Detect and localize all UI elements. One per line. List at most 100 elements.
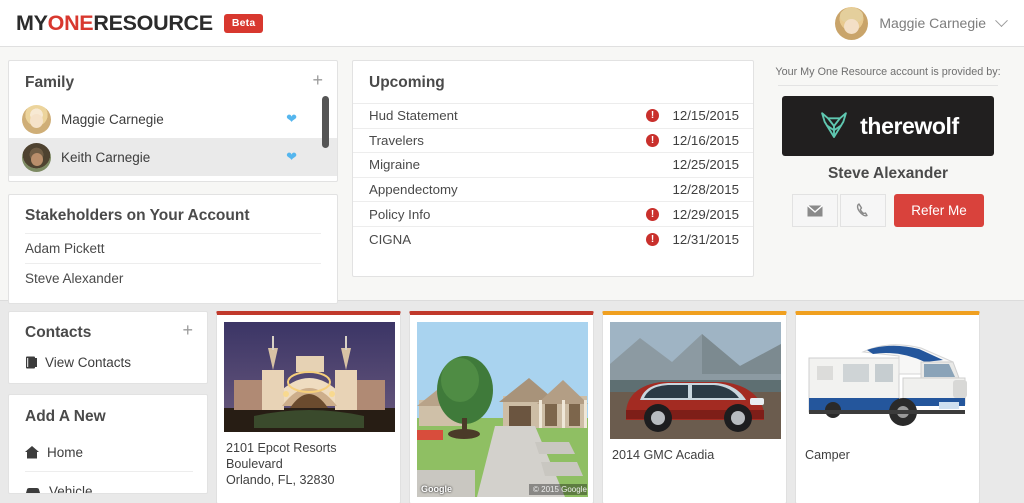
google-watermark: Google xyxy=(421,484,452,494)
provider-brand-name: therewolf xyxy=(860,112,959,139)
middle-column: Upcoming Hud Statement ! 12/15/2015 Trav… xyxy=(352,60,754,300)
tile-caption-line2: Orlando, FL, 32830 xyxy=(226,473,335,487)
contacts-card: Contacts + View Contacts xyxy=(8,311,208,384)
camper-tile[interactable]: Camper xyxy=(795,311,980,503)
bottom-left-column: Contacts + View Contacts Add A New Home … xyxy=(8,311,208,503)
tile-caption-line1: Camper xyxy=(805,448,850,462)
provider-column: Your My One Resource account is provided… xyxy=(768,60,1016,300)
avatar xyxy=(22,104,51,134)
list-item[interactable]: Maggie Carnegie ❤ xyxy=(9,100,337,138)
upcoming-title: Upcoming xyxy=(353,72,753,104)
table-row[interactable]: CIGNA ! 12/31/2015 xyxy=(353,227,753,252)
streetview-photo: Google © 2015 Google xyxy=(417,322,588,497)
logo-resource: RESOURCE xyxy=(93,10,213,35)
table-row[interactable]: Travelers ! 12/16/2015 xyxy=(353,129,753,154)
contacts-header: Contacts + xyxy=(25,321,193,342)
heart-icon[interactable]: ❤ xyxy=(286,111,297,127)
upcoming-date: 12/29/2015 xyxy=(672,206,739,222)
alert-icon: ! xyxy=(646,207,659,221)
google-copyright: © 2015 Google xyxy=(533,485,587,494)
user-name-label: Maggie Carnegie xyxy=(879,15,986,31)
vehicle-photo xyxy=(610,322,781,439)
google-streetview-house: Google © 2015 Google xyxy=(417,322,588,497)
red-suv-photo xyxy=(610,322,781,439)
provider-rep-name: Steve Alexander xyxy=(827,165,949,182)
stakeholders-card: Stakeholders on Your Account Adam Picket… xyxy=(8,194,338,304)
add-contact-button[interactable]: + xyxy=(182,321,193,339)
add-family-member-button[interactable]: + xyxy=(312,71,323,89)
list-item[interactable]: Keith Carnegie ❤ xyxy=(9,138,337,176)
user-menu[interactable]: Maggie Carnegie xyxy=(835,6,1008,40)
table-row[interactable]: Migraine 12/25/2015 xyxy=(353,153,753,178)
envelope-icon[interactable] xyxy=(792,194,839,227)
stakeholders-title: Stakeholders on Your Account xyxy=(25,207,250,224)
upcoming-label: Travelers xyxy=(369,132,424,148)
provider-brand-box: therewolf xyxy=(782,96,994,156)
alert-icon: ! xyxy=(646,109,659,123)
list-item[interactable]: Adam Pickett xyxy=(25,233,321,263)
family-scrollbar-thumb[interactable] xyxy=(322,96,329,148)
view-contacts-link[interactable]: View Contacts xyxy=(25,355,193,370)
dashboard-top-section: Family + Maggie Carnegie ❤ Keith Carnegi… xyxy=(0,47,1024,304)
car-icon xyxy=(26,488,40,493)
app-root: MYONERESOURCE Beta Maggie Carnegie Famil… xyxy=(0,0,1024,503)
family-member-name: Maggie Carnegie xyxy=(61,111,164,127)
left-column: Family + Maggie Carnegie ❤ Keith Carnegi… xyxy=(8,60,338,304)
add-new-vehicle-row[interactable]: Vehicle xyxy=(25,471,193,494)
dashboard-bottom-section: Contacts + View Contacts Add A New Home … xyxy=(0,300,1024,503)
house-streetview-tile[interactable]: Google © 2015 Google xyxy=(409,311,594,503)
table-row[interactable]: Hud Statement ! 12/15/2015 xyxy=(353,104,753,129)
phone-glyph xyxy=(857,203,868,217)
epcot-resort-tile[interactable]: 2101 Epcot Resorts Boulevard Orlando, FL… xyxy=(216,311,401,503)
gmc-acadia-tile[interactable]: 2014 GMC Acadia xyxy=(602,311,787,503)
top-header: MYONERESOURCE Beta Maggie Carnegie xyxy=(0,0,1024,47)
camper-photo xyxy=(803,322,979,439)
upcoming-date: 12/31/2015 xyxy=(672,231,739,247)
upcoming-date: 12/25/2015 xyxy=(672,157,739,173)
family-card: Family + Maggie Carnegie ❤ Keith Carnegi… xyxy=(8,60,338,182)
family-card-header: Family + xyxy=(9,61,337,100)
tile-caption: Camper xyxy=(803,439,972,463)
address-book-icon xyxy=(26,356,37,369)
contacts-title: Contacts xyxy=(25,324,92,341)
table-row[interactable]: Policy Info ! 12/29/2015 xyxy=(353,202,753,227)
tile-caption: 2014 GMC Acadia xyxy=(610,439,779,463)
provider-actions: Refer Me xyxy=(768,194,1008,227)
envelope-glyph xyxy=(807,204,824,216)
upcoming-date: 12/16/2015 xyxy=(672,132,739,148)
white-camper-photo xyxy=(803,322,979,439)
beta-badge: Beta xyxy=(223,13,264,33)
add-a-new-card: Add A New Home Vehicle xyxy=(8,394,208,494)
refer-me-button[interactable]: Refer Me xyxy=(894,194,984,227)
list-item[interactable]: Steve Alexander xyxy=(25,263,321,293)
provider-note: Your My One Resource account is provided… xyxy=(775,66,1001,78)
app-logo[interactable]: MYONERESOURCE Beta xyxy=(16,11,264,36)
wolf-logo-icon xyxy=(821,112,848,138)
add-a-new-title: Add A New xyxy=(25,408,106,425)
boardwalk-resort-photo xyxy=(224,322,395,432)
table-row[interactable]: Appendectomy 12/28/2015 xyxy=(353,178,753,203)
logo-text: MYONERESOURCE xyxy=(16,11,213,36)
upcoming-label: Appendectomy xyxy=(369,182,458,198)
avatar xyxy=(22,142,51,172)
add-new-home-row[interactable]: Home xyxy=(25,426,193,471)
divider xyxy=(778,85,998,86)
logo-my: MY xyxy=(16,10,48,35)
phone-icon[interactable] xyxy=(840,194,887,227)
resort-photo xyxy=(224,322,395,432)
tile-caption-line1: 2101 Epcot Resorts Boulevard xyxy=(226,441,337,471)
add-new-vehicle-label: Vehicle xyxy=(49,484,93,494)
logo-one: ONE xyxy=(47,10,94,35)
avatar xyxy=(835,6,869,40)
chevron-down-icon[interactable] xyxy=(995,13,1008,27)
alert-icon: ! xyxy=(646,133,659,147)
upcoming-label: Hud Statement xyxy=(369,108,458,124)
upcoming-card: Upcoming Hud Statement ! 12/15/2015 Trav… xyxy=(352,60,754,277)
tile-caption-line1: 2014 GMC Acadia xyxy=(612,448,715,462)
heart-icon[interactable]: ❤ xyxy=(286,149,297,165)
family-title: Family xyxy=(25,74,75,91)
upcoming-label: Policy Info xyxy=(369,206,431,222)
alert-icon: ! xyxy=(646,232,659,246)
add-new-home-label: Home xyxy=(47,445,84,460)
upcoming-label: CIGNA xyxy=(369,231,412,247)
